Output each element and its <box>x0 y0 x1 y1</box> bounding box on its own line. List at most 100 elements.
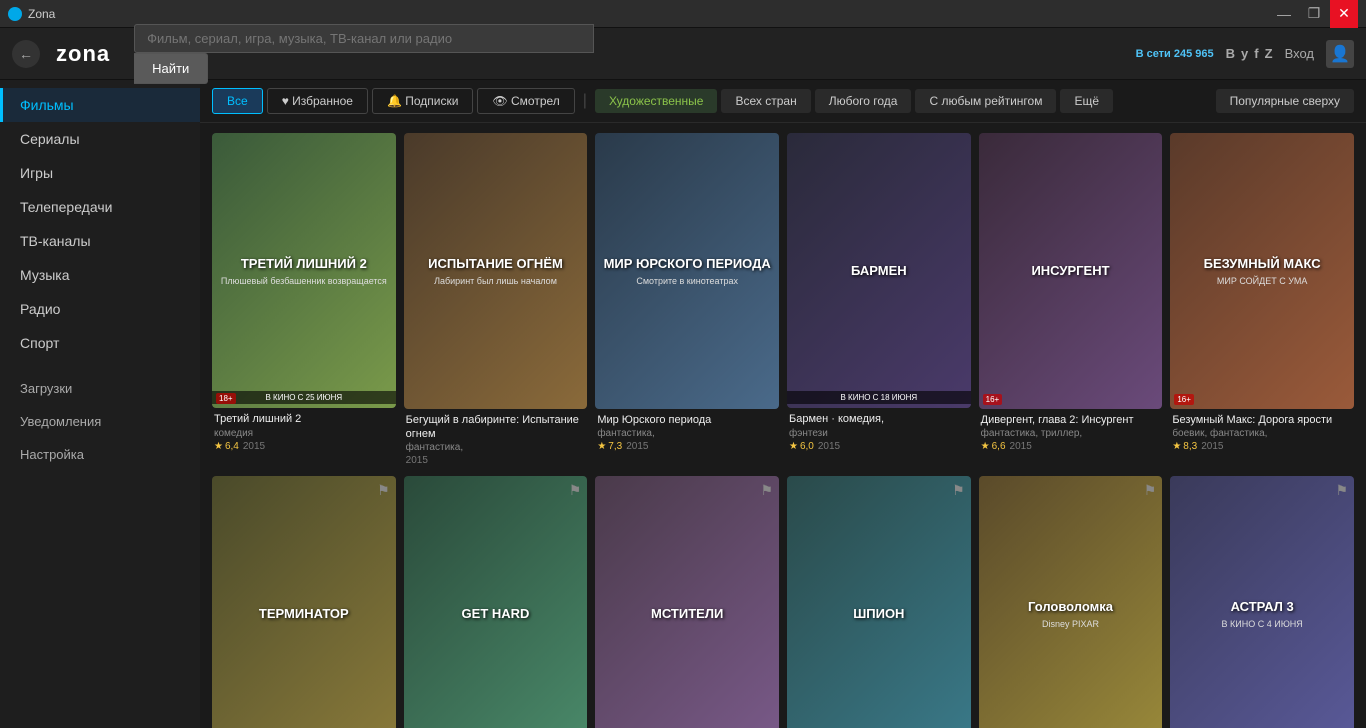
poster-title: Головоломка <box>1028 599 1113 615</box>
movie-info: Третий лишний 2 комедия ★6,4 2015 <box>212 408 396 453</box>
movie-meta: ★7,3 2015 <box>597 441 777 452</box>
social-z-icon[interactable]: Z <box>1265 46 1273 61</box>
filter-rating[interactable]: С любым рейтингом <box>915 89 1056 113</box>
movie-card[interactable]: ТРЕТИЙ ЛИШНИЙ 2 Плюшевый безбашенник воз… <box>212 133 396 468</box>
movie-card[interactable]: ТЕРМИНАТОР ⚑ Терминатор боевик, 2015 <box>212 476 396 728</box>
search-input[interactable] <box>134 24 594 53</box>
movie-poster: ТРЕТИЙ ЛИШНИЙ 2 Плюшевый безбашенник воз… <box>212 133 396 408</box>
social-t-icon[interactable]: y <box>1241 46 1248 61</box>
movie-rating: ★6,6 <box>981 441 1006 452</box>
movie-card[interactable]: GET HARD ⚑ GET HARD комедия, 2015 <box>404 476 588 728</box>
filter-subscriptions[interactable]: 🔔 Подписки <box>372 88 473 114</box>
sidebar-item-music[interactable]: Музыка <box>0 258 200 292</box>
social-b-icon[interactable]: B <box>1226 46 1235 61</box>
movie-genre: фантастика, <box>406 442 586 453</box>
titlebar-controls[interactable]: — ❐ ✕ <box>1270 0 1358 28</box>
bookmark-icon[interactable]: ⚑ <box>760 482 773 499</box>
movie-card[interactable]: ИНСУРГЕНТ 16+ Дивергент, глава 2: Инсург… <box>979 133 1163 468</box>
sidebar-item-serials[interactable]: Сериалы <box>0 122 200 156</box>
poster-title: ТЕРМИНАТОР <box>259 606 349 622</box>
bookmark-icon[interactable]: ⚑ <box>1335 482 1348 499</box>
movie-poster: Головоломка Disney PIXAR НЕТ СЛОВ, ОДНИ … <box>979 476 1163 728</box>
sidebar: Фильмы Сериалы Игры Телепередачи ТВ-кана… <box>0 80 200 728</box>
movie-genre: фэнтези <box>789 428 969 439</box>
movie-poster: МСТИТЕЛИ ⚑ <box>595 476 779 728</box>
movie-card[interactable]: ИСПЫТАНИЕ ОГНЁМ Лабиринт был лишь начало… <box>404 133 588 468</box>
movie-year: 2015 <box>818 441 840 452</box>
bookmark-icon[interactable]: ⚑ <box>952 482 965 499</box>
filter-year[interactable]: Любого года <box>815 89 912 113</box>
header-right: В сети 245 965 B y f Z Вход 👤 <box>1136 40 1354 68</box>
movie-card[interactable]: МИР ЮРСКОГО ПЕРИОДА Смотрите в кинотеатр… <box>595 133 779 468</box>
login-button[interactable]: Вход <box>1285 46 1314 61</box>
poster-title: ИСПЫТАНИЕ ОГНЁМ <box>428 256 563 272</box>
movie-title: Бегущий в лабиринте: Испытание огнем <box>406 413 586 442</box>
close-button[interactable]: ✕ <box>1330 0 1358 28</box>
sidebar-item-tv-channels[interactable]: ТВ-каналы <box>0 224 200 258</box>
bookmark-icon[interactable]: ⚑ <box>569 482 582 499</box>
filter-more[interactable]: Ещё <box>1060 89 1113 113</box>
network-label: В сети <box>1136 48 1171 60</box>
movie-meta: 2015 <box>406 455 586 466</box>
filter-country[interactable]: Всех стран <box>721 89 810 113</box>
movie-card[interactable]: БЕЗУМНЫЙ МАКС МИР СОЙДЕТ С УМА 16+ Безум… <box>1170 133 1354 468</box>
filter-bar: Все ♥ Избранное 🔔 Подписки 👁 Смотрел | Х… <box>200 80 1366 123</box>
movie-year: 2015 <box>243 441 265 452</box>
filter-favorites[interactable]: ♥ Избранное <box>267 88 368 114</box>
poster-subtitle: Смотрите в кинотеатрах <box>636 276 738 286</box>
sidebar-item-settings[interactable]: Настройка <box>0 438 200 471</box>
main-layout: Фильмы Сериалы Игры Телепередачи ТВ-кана… <box>0 80 1366 728</box>
sort-button[interactable]: Популярные сверху <box>1216 89 1354 113</box>
back-button[interactable]: ← <box>12 40 40 68</box>
social-f-icon[interactable]: f <box>1254 46 1258 61</box>
filter-all[interactable]: Все <box>212 88 263 114</box>
network-count: 245 965 <box>1174 48 1214 60</box>
sidebar-item-downloads[interactable]: Загрузки <box>0 372 200 405</box>
filter-watched[interactable]: 👁 Смотрел <box>477 88 574 114</box>
social-icons: B y f Z <box>1226 46 1273 61</box>
poster-overlay: АСТРАЛ 3 В КИНО С 4 ИЮНЯ <box>1170 476 1354 728</box>
app-logo: zona <box>56 41 110 67</box>
sidebar-item-tv-shows[interactable]: Телепередачи <box>0 190 200 224</box>
movie-poster: ИСПЫТАНИЕ ОГНЁМ Лабиринт был лишь начало… <box>404 133 588 409</box>
movie-year: 2015 <box>1201 441 1223 452</box>
sidebar-item-games[interactable]: Игры <box>0 156 200 190</box>
poster-subtitle: Disney PIXAR <box>1042 619 1099 629</box>
poster-overlay: ИНСУРГЕНТ <box>979 133 1163 409</box>
movie-rating: ★6,0 <box>789 441 814 452</box>
movie-rating: ★8,3 <box>1172 441 1197 452</box>
sidebar-item-radio[interactable]: Радио <box>0 292 200 326</box>
bookmark-icon[interactable]: ⚑ <box>1144 482 1157 499</box>
maximize-button[interactable]: ❐ <box>1300 0 1328 28</box>
poster-title: БАРМЕН <box>851 263 907 279</box>
movie-card[interactable]: БАРМЕН В КИНО С 18 ИЮНЯ Бармен · комедия… <box>787 133 971 468</box>
movie-info: Бегущий в лабиринте: Испытание огнем фан… <box>404 409 588 469</box>
movie-poster: БАРМЕН В КИНО С 18 ИЮНЯ <box>787 133 971 408</box>
movie-year: 2015 <box>626 441 648 452</box>
movie-card[interactable]: ШПИОН ⚑ Шпион комедия, 2015 <box>787 476 971 728</box>
poster-overlay: БАРМЕН <box>787 133 971 408</box>
poster-overlay: МИР ЮРСКОГО ПЕРИОДА Смотрите в кинотеатр… <box>595 133 779 409</box>
movie-genre: комедия <box>214 428 394 439</box>
search-button[interactable]: Найти <box>134 53 208 84</box>
movie-poster: МИР ЮРСКОГО ПЕРИОДА Смотрите в кинотеатр… <box>595 133 779 409</box>
movie-card[interactable]: Головоломка Disney PIXAR НЕТ СЛОВ, ОДНИ … <box>979 476 1163 728</box>
movie-title: Бармен · комедия, <box>789 412 969 426</box>
minimize-button[interactable]: — <box>1270 0 1298 28</box>
sidebar-item-sport[interactable]: Спорт <box>0 326 200 360</box>
movie-card[interactable]: АСТРАЛ 3 В КИНО С 4 ИЮНЯ ⚑ Астрал 3 ужас… <box>1170 476 1354 728</box>
sidebar-item-movies[interactable]: Фильмы <box>0 88 200 122</box>
movie-poster: GET HARD ⚑ <box>404 476 588 728</box>
poster-title: МИР ЮРСКОГО ПЕРИОДА <box>604 256 771 272</box>
titlebar-left: Zona <box>8 7 55 21</box>
bookmark-icon[interactable]: ⚑ <box>377 482 390 499</box>
movie-card[interactable]: МСТИТЕЛИ ⚑ Мстители боевик, фантастика, … <box>595 476 779 728</box>
sidebar-item-notifications[interactable]: Уведомления <box>0 405 200 438</box>
poster-subtitle: В КИНО С 4 ИЮНЯ <box>1222 619 1303 629</box>
movie-year: 2015 <box>406 455 428 466</box>
movie-rating: ★6,4 <box>214 441 239 452</box>
movie-info: Дивергент, глава 2: Инсургент фантастика… <box>979 409 1163 454</box>
filter-genre[interactable]: Художественные <box>595 89 718 113</box>
poster-overlay: ШПИОН <box>787 476 971 728</box>
user-icon[interactable]: 👤 <box>1326 40 1354 68</box>
